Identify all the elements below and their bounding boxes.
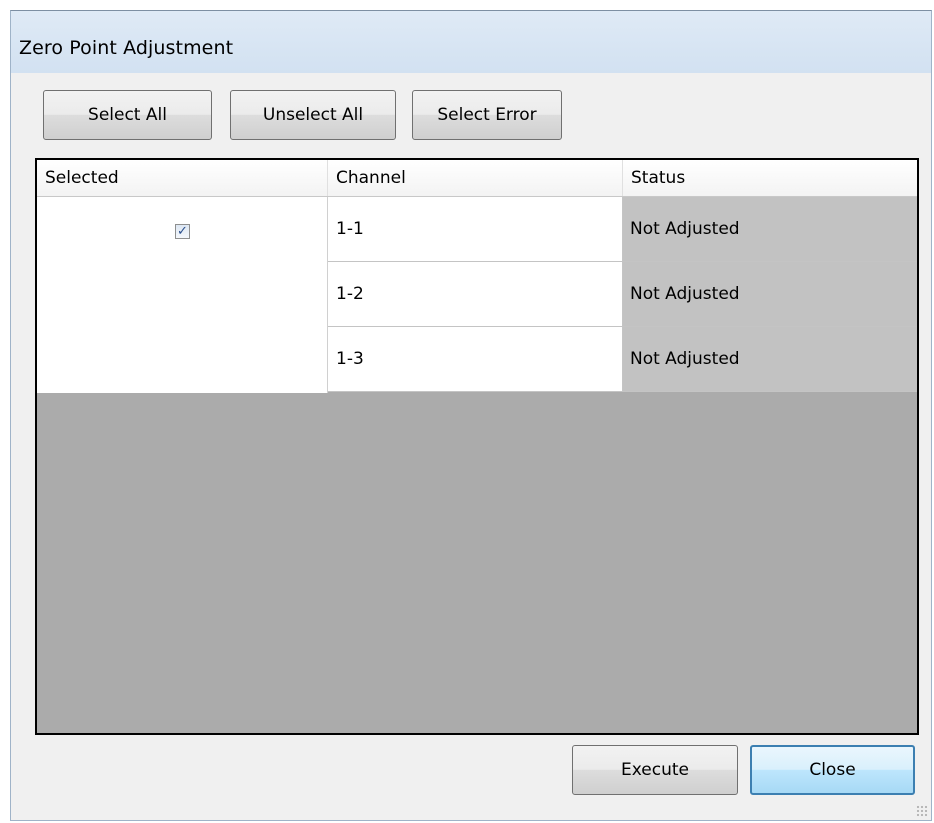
status-cell: Not Adjusted bbox=[623, 262, 917, 326]
select-all-button[interactable]: Select All bbox=[43, 90, 212, 140]
channel-cell: 1-1 bbox=[328, 197, 623, 261]
table-row[interactable]: 1-3 Not Adjusted bbox=[328, 327, 917, 392]
title-bar: Zero Point Adjustment bbox=[11, 11, 931, 73]
channel-cell: 1-3 bbox=[328, 327, 623, 391]
table-row[interactable]: 1-1 Not Adjusted bbox=[328, 197, 917, 262]
table-row[interactable]: 1-2 Not Adjusted bbox=[328, 262, 917, 327]
grid-header: Selected Channel Status bbox=[37, 160, 917, 197]
column-header-channel[interactable]: Channel bbox=[328, 160, 623, 196]
select-error-button[interactable]: Select Error bbox=[412, 90, 562, 140]
status-cell: Not Adjusted bbox=[623, 197, 917, 261]
channel-cell: 1-2 bbox=[328, 262, 623, 326]
status-cell: Not Adjusted bbox=[623, 327, 917, 391]
window-title: Zero Point Adjustment bbox=[19, 37, 234, 59]
unselect-all-button[interactable]: Unselect All bbox=[230, 90, 396, 140]
selected-cell: ✓ bbox=[37, 197, 328, 393]
execute-button[interactable]: Execute bbox=[572, 745, 738, 795]
close-button[interactable]: Close bbox=[750, 745, 915, 795]
selected-checkbox[interactable]: ✓ bbox=[175, 224, 190, 239]
channel-grid: Selected Channel Status ✓ 1-1 Not Adjust… bbox=[35, 158, 919, 735]
check-mark-icon: ✓ bbox=[177, 224, 188, 239]
zero-point-adjustment-dialog: Zero Point Adjustment Select All Unselec… bbox=[10, 10, 932, 821]
column-header-status[interactable]: Status bbox=[623, 160, 917, 196]
column-header-selected[interactable]: Selected bbox=[37, 160, 328, 196]
resize-grip-icon[interactable] bbox=[916, 805, 928, 817]
